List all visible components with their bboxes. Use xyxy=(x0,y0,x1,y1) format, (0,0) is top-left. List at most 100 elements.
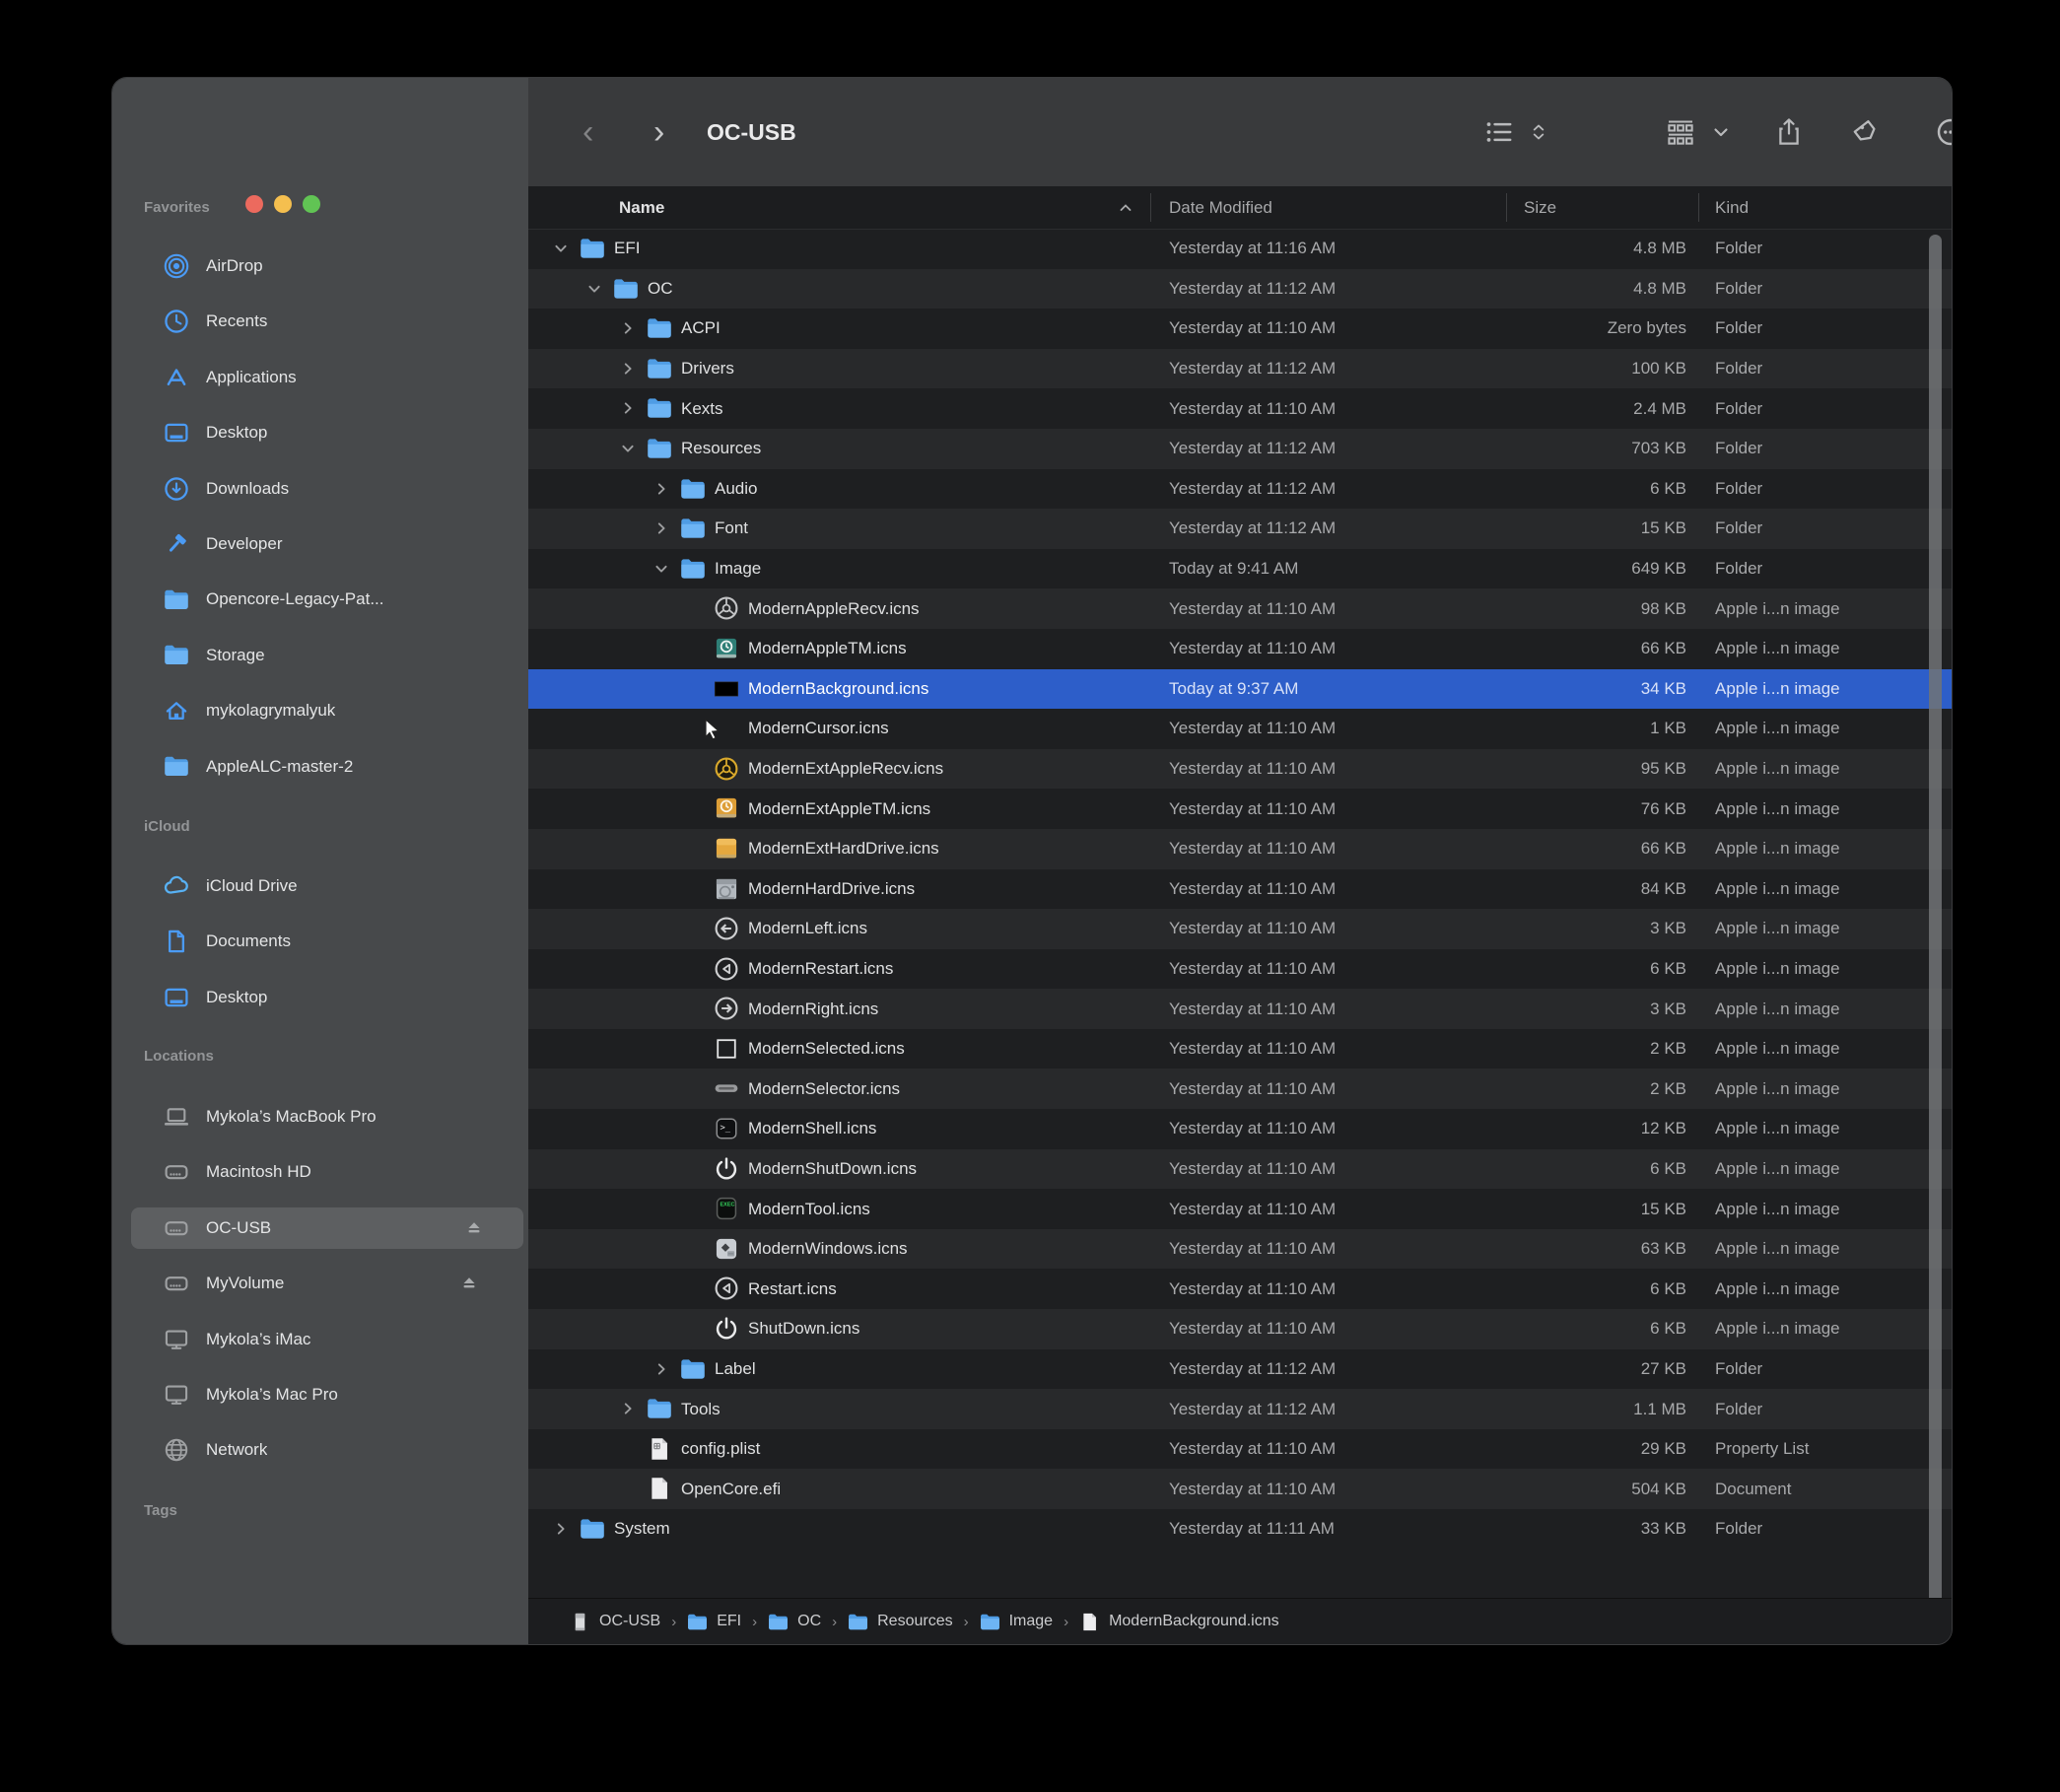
disclosure-open-icon[interactable] xyxy=(586,281,602,297)
dial-gray-icon xyxy=(714,595,739,621)
file-row[interactable]: ModernCursor.icnsYesterday at 11:10 AM1 … xyxy=(528,709,1952,749)
disclosure-closed-icon[interactable] xyxy=(653,481,669,497)
eject-icon[interactable] xyxy=(464,1218,484,1238)
file-row[interactable]: ShutDown.icnsYesterday at 11:10 AM6 KBAp… xyxy=(528,1309,1952,1349)
sidebar-item-mykola-s-mac-pro[interactable]: Mykola’s Mac Pro xyxy=(126,1374,518,1415)
sidebar-item-mykola-s-macbook-pro[interactable]: Mykola’s MacBook Pro xyxy=(126,1096,518,1137)
file-row[interactable]: FontYesterday at 11:12 AM15 KBFolder xyxy=(528,509,1952,549)
file-row[interactable]: ResourcesYesterday at 11:12 AM703 KBFold… xyxy=(528,429,1952,469)
sidebar-item-oc-usb[interactable]: OC-USB xyxy=(131,1207,523,1249)
file-date-modified: Yesterday at 11:10 AM xyxy=(1169,1469,1336,1509)
file-row[interactable]: ModernLeft.icnsYesterday at 11:10 AM3 KB… xyxy=(528,909,1952,949)
path-segment[interactable]: Image xyxy=(980,1612,1053,1632)
disclosure-closed-icon[interactable] xyxy=(620,361,636,377)
path-segment[interactable]: EFI xyxy=(687,1612,741,1632)
file-row[interactable]: ModernRight.icnsYesterday at 11:10 AM3 K… xyxy=(528,989,1952,1029)
file-row[interactable]: >_ModernShell.icnsYesterday at 11:10 AM1… xyxy=(528,1109,1952,1149)
sidebar-item-developer[interactable]: Developer xyxy=(126,523,518,565)
disclosure-closed-icon[interactable] xyxy=(620,320,636,336)
sidebar-item-icloud-drive[interactable]: iCloud Drive xyxy=(126,865,518,907)
file-row[interactable]: ModernAppleRecv.icnsYesterday at 11:10 A… xyxy=(528,588,1952,629)
vertical-scrollbar[interactable] xyxy=(1929,235,1942,1613)
sidebar-item-myvolume[interactable]: MyVolume xyxy=(126,1263,518,1304)
disclosure-closed-icon[interactable] xyxy=(653,1361,669,1377)
disclosure-closed-icon[interactable] xyxy=(653,520,669,536)
disclosure-closed-icon[interactable] xyxy=(553,1521,569,1537)
file-row[interactable]: ACPIYesterday at 11:10 AMZero bytesFolde… xyxy=(528,309,1952,349)
sidebar-item-opencore-legacy-pat-[interactable]: Opencore-Legacy-Pat... xyxy=(126,579,518,620)
file-kind: Folder xyxy=(1715,549,1762,589)
file-row[interactable]: AudioYesterday at 11:12 AM6 KBFolder xyxy=(528,469,1952,510)
sidebar-item-macintosh-hd[interactable]: Macintosh HD xyxy=(126,1151,518,1193)
file-row[interactable]: ModernHardDrive.icnsYesterday at 11:10 A… xyxy=(528,869,1952,910)
tool-icon: EXEC xyxy=(714,1196,739,1221)
sidebar-item-desktop[interactable]: Desktop xyxy=(126,412,518,453)
file-row[interactable]: ModernSelector.icnsYesterday at 11:10 AM… xyxy=(528,1068,1952,1109)
file-row[interactable]: config.plistYesterday at 11:10 AM29 KBPr… xyxy=(528,1429,1952,1470)
sidebar-item-storage[interactable]: Storage xyxy=(126,635,518,676)
ellipsis-circle-icon[interactable] xyxy=(1934,78,1953,186)
disclosure-closed-icon[interactable] xyxy=(620,1401,636,1416)
file-row[interactable]: OCYesterday at 11:12 AM4.8 MBFolder xyxy=(528,269,1952,310)
column-header-size[interactable]: Size xyxy=(1524,186,1556,229)
sidebar-item-downloads[interactable]: Downloads xyxy=(126,468,518,510)
sidebar-item-airdrop[interactable]: AirDrop xyxy=(126,245,518,287)
disclosure-open-icon[interactable] xyxy=(553,241,569,256)
sidebar-item-applications[interactable]: Applications xyxy=(126,357,518,398)
doc-plain-icon xyxy=(1079,1612,1100,1632)
forward-button[interactable]: › xyxy=(653,78,664,186)
file-row[interactable]: ImageToday at 9:41 AM649 KBFolder xyxy=(528,549,1952,589)
sort-chevrons-icon[interactable] xyxy=(1526,78,1551,186)
path-segment[interactable]: OC-USB xyxy=(570,1612,660,1632)
sidebar-item-applealc-master-2[interactable]: AppleALC-master-2 xyxy=(126,746,518,788)
close-button[interactable] xyxy=(245,195,263,213)
file-row[interactable]: ModernExtHardDrive.icnsYesterday at 11:1… xyxy=(528,829,1952,869)
tag-icon[interactable] xyxy=(1849,78,1883,186)
column-header-name[interactable]: Name xyxy=(619,186,664,229)
file-row[interactable]: LabelYesterday at 11:12 AM27 KBFolder xyxy=(528,1349,1952,1390)
file-row[interactable]: EFIYesterday at 11:16 AM4.8 MBFolder xyxy=(528,229,1952,269)
sidebar-item-mykolagrymalyuk[interactable]: mykolagrymalyuk xyxy=(126,690,518,731)
file-row[interactable]: DriversYesterday at 11:12 AM100 KBFolder xyxy=(528,349,1952,389)
sidebar-item-documents[interactable]: Documents xyxy=(126,921,518,962)
chevron-down-icon[interactable] xyxy=(1709,78,1733,186)
share-icon[interactable] xyxy=(1772,78,1806,186)
disclosure-closed-icon[interactable] xyxy=(620,400,636,416)
file-row[interactable]: ModernShutDown.icnsYesterday at 11:10 AM… xyxy=(528,1149,1952,1190)
file-row[interactable]: ModernSelected.icnsYesterday at 11:10 AM… xyxy=(528,1029,1952,1069)
sidebar-item-mykola-s-imac[interactable]: Mykola’s iMac xyxy=(126,1319,518,1360)
sidebar-item-label: Desktop xyxy=(206,423,267,443)
file-row[interactable]: ModernExtAppleTM.icnsYesterday at 11:10 … xyxy=(528,789,1952,829)
file-row[interactable]: ModernExtAppleRecv.icnsYesterday at 11:1… xyxy=(528,749,1952,790)
eject-icon[interactable] xyxy=(459,1274,479,1293)
sidebar-item-recents[interactable]: Recents xyxy=(126,301,518,342)
file-date-modified: Yesterday at 11:11 AM xyxy=(1169,1509,1335,1550)
column-header-kind[interactable]: Kind xyxy=(1715,186,1749,229)
file-row[interactable]: ModernWindows.icnsYesterday at 11:10 AM6… xyxy=(528,1229,1952,1270)
minimize-button[interactable] xyxy=(274,195,292,213)
column-divider[interactable] xyxy=(1150,193,1151,222)
sidebar-item-desktop[interactable]: Desktop xyxy=(126,977,518,1018)
file-row[interactable]: ModernBackground.icnsToday at 9:37 AM34 … xyxy=(528,669,1952,710)
file-row[interactable]: OpenCore.efiYesterday at 11:10 AM504 KBD… xyxy=(528,1469,1952,1509)
file-row[interactable]: KextsYesterday at 11:10 AM2.4 MBFolder xyxy=(528,388,1952,429)
column-divider[interactable] xyxy=(1506,193,1507,222)
path-segment[interactable]: Resources xyxy=(848,1612,952,1632)
file-row[interactable]: ToolsYesterday at 11:12 AM1.1 MBFolder xyxy=(528,1389,1952,1429)
group-view-icon[interactable] xyxy=(1664,78,1697,186)
file-row[interactable]: EXECModernTool.icnsYesterday at 11:10 AM… xyxy=(528,1189,1952,1229)
zoom-button[interactable] xyxy=(303,195,320,213)
list-view-icon[interactable] xyxy=(1482,78,1516,186)
file-row[interactable]: ModernAppleTM.icnsYesterday at 11:10 AM6… xyxy=(528,629,1952,669)
back-button[interactable]: ‹ xyxy=(583,78,593,186)
sidebar-item-network[interactable]: Network xyxy=(126,1429,518,1471)
column-header-date[interactable]: Date Modified xyxy=(1169,186,1272,229)
file-row[interactable]: Restart.icnsYesterday at 11:10 AM6 KBApp… xyxy=(528,1269,1952,1309)
file-row[interactable]: ModernRestart.icnsYesterday at 11:10 AM6… xyxy=(528,949,1952,990)
path-segment[interactable]: OC xyxy=(768,1612,821,1632)
disclosure-open-icon[interactable] xyxy=(653,561,669,577)
path-segment[interactable]: ModernBackground.icns xyxy=(1079,1612,1279,1632)
file-row[interactable]: SystemYesterday at 11:11 AM33 KBFolder xyxy=(528,1509,1952,1550)
disclosure-open-icon[interactable] xyxy=(620,441,636,456)
column-divider[interactable] xyxy=(1698,193,1699,222)
